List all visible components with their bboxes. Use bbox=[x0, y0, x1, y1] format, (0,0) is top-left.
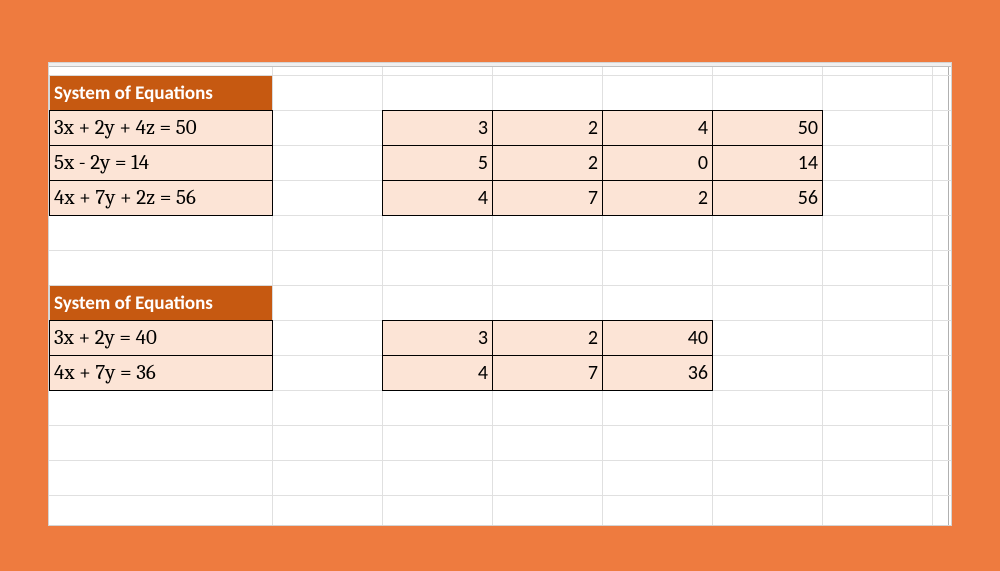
equation-cell[interactable]: 3x + 2y + 4z = 50 bbox=[49, 110, 273, 146]
gridline bbox=[49, 460, 951, 461]
section-header-1[interactable]: System of Equations bbox=[49, 75, 273, 111]
matrix-cell[interactable]: 36 bbox=[602, 355, 713, 391]
equation-cell[interactable]: 5x - 2y = 14 bbox=[49, 145, 273, 181]
matrix-cell[interactable]: 2 bbox=[602, 180, 713, 216]
matrix-cell[interactable]: 56 bbox=[712, 180, 823, 216]
section-header-2[interactable]: System of Equations bbox=[49, 285, 273, 321]
gridline bbox=[948, 67, 949, 525]
matrix-cell[interactable]: 4 bbox=[602, 110, 713, 146]
matrix-cell[interactable]: 7 bbox=[492, 355, 603, 391]
matrix-cell[interactable]: 0 bbox=[602, 145, 713, 181]
matrix-cell[interactable]: 7 bbox=[492, 180, 603, 216]
matrix-cell[interactable]: 2 bbox=[492, 320, 603, 356]
gridline bbox=[932, 67, 933, 525]
matrix-cell[interactable]: 2 bbox=[492, 145, 603, 181]
matrix-cell[interactable]: 14 bbox=[712, 145, 823, 181]
matrix-cell[interactable]: 5 bbox=[382, 145, 493, 181]
matrix-cell[interactable]: 50 bbox=[712, 110, 823, 146]
matrix-cell[interactable]: 2 bbox=[492, 110, 603, 146]
equation-cell[interactable]: 4x + 7y + 2z = 56 bbox=[49, 180, 273, 216]
gridline bbox=[49, 425, 951, 426]
matrix-cell[interactable]: 40 bbox=[602, 320, 713, 356]
matrix-cell[interactable]: 4 bbox=[382, 180, 493, 216]
gridline bbox=[49, 495, 951, 496]
matrix-cell[interactable]: 3 bbox=[382, 110, 493, 146]
spreadsheet[interactable]: System of Equations 3x + 2y + 4z = 50 5x… bbox=[48, 62, 952, 526]
gridline bbox=[49, 250, 951, 251]
equation-cell[interactable]: 3x + 2y = 40 bbox=[49, 320, 273, 356]
matrix-cell[interactable]: 4 bbox=[382, 355, 493, 391]
matrix-cell[interactable]: 3 bbox=[382, 320, 493, 356]
top-border bbox=[49, 63, 951, 67]
equation-cell[interactable]: 4x + 7y = 36 bbox=[49, 355, 273, 391]
